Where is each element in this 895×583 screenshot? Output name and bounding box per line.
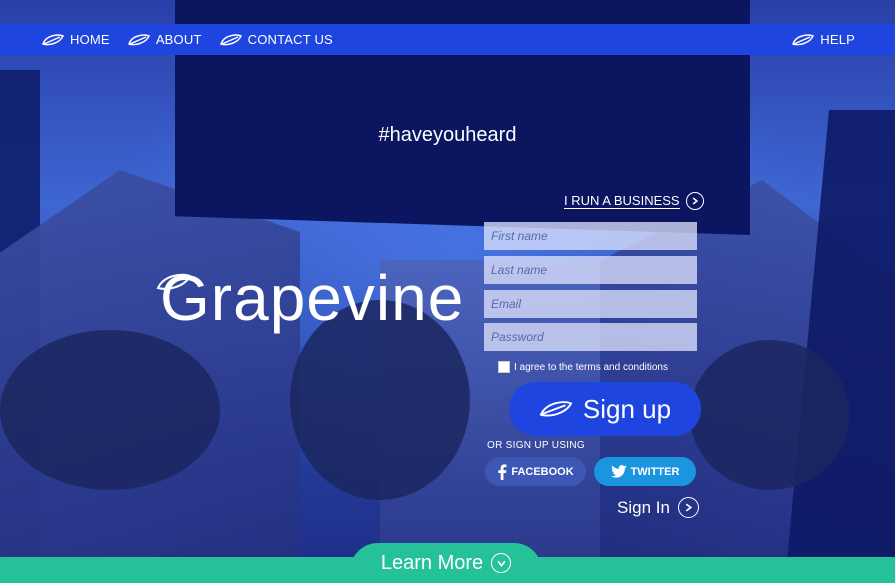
email-input[interactable] (484, 290, 697, 318)
twitter-icon (610, 465, 627, 478)
nav-item-help[interactable]: HELP (792, 32, 855, 47)
nav-left-group: HOME ABOUT CONTACT US (42, 32, 333, 47)
terms-checkbox[interactable] (498, 361, 510, 373)
social-signup-label: OR SIGN UP USING (487, 440, 585, 451)
business-link-label: I RUN A BUSINESS (564, 193, 680, 209)
nav-item-label: CONTACT US (247, 32, 333, 47)
first-name-input[interactable] (484, 222, 697, 250)
signup-button-label: Sign up (582, 393, 672, 424)
brand-logo: Grapevine (160, 262, 465, 334)
leaf-icon (42, 33, 64, 45)
business-link[interactable]: I RUN A BUSINESS (564, 192, 704, 210)
background-tree (690, 340, 850, 490)
nav-item-label: HELP (820, 32, 855, 47)
terms-label: I agree to the terms and conditions (514, 361, 668, 373)
background-tree (0, 330, 220, 490)
facebook-button-label: FACEBOOK (511, 465, 574, 478)
signin-label: Sign In (617, 497, 670, 517)
learn-more-button[interactable]: Learn More (350, 543, 542, 583)
terms-agreement: I agree to the terms and conditions (498, 361, 668, 373)
nav-item-contact-us[interactable]: CONTACT US (219, 32, 333, 47)
password-input[interactable] (484, 323, 697, 351)
twitter-signup-button[interactable]: TWITTER (594, 457, 696, 486)
signup-button[interactable]: Sign up (509, 382, 701, 436)
nav-item-label: ABOUT (155, 32, 202, 47)
signin-link[interactable]: Sign In (617, 497, 699, 518)
chevron-down-circle-icon (491, 553, 512, 573)
leaf-icon (539, 401, 573, 417)
hashtag-heading: #haveyouheard (378, 124, 517, 146)
leaf-icon (792, 33, 815, 45)
leaf-icon (127, 33, 150, 45)
facebook-icon (498, 463, 507, 480)
facebook-signup-button[interactable]: FACEBOOK (485, 457, 586, 486)
chevron-right-circle-icon (685, 192, 704, 210)
nav-item-about[interactable]: ABOUT (127, 32, 202, 47)
learn-more-label: Learn More (380, 551, 484, 574)
nav-item-home[interactable]: HOME (42, 32, 110, 47)
chevron-right-circle-icon (677, 497, 699, 518)
leaf-icon (219, 33, 242, 45)
top-nav-bar: HOME ABOUT CONTACT US HELP (0, 24, 895, 55)
nav-right-group: HELP (792, 32, 855, 47)
last-name-input[interactable] (484, 256, 697, 284)
twitter-button-label: TWITTER (630, 465, 680, 478)
nav-item-label: HOME (70, 32, 110, 47)
